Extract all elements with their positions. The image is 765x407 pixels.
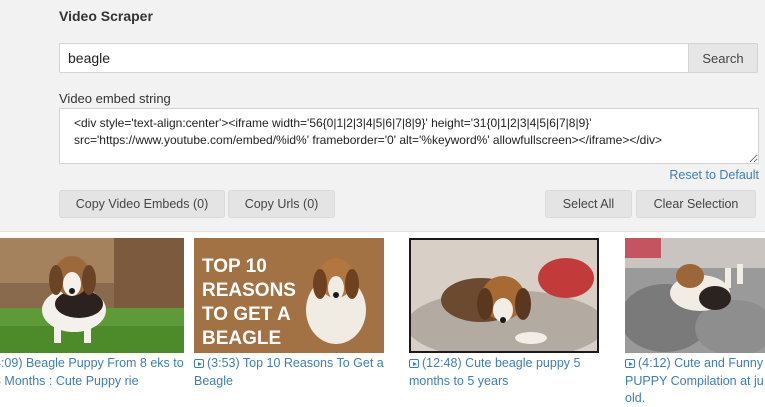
video-item[interactable]: 4:09) Beagle Puppy From 8 eks to 8 Month…: [0, 238, 186, 390]
scraper-panel: Video Scraper Search Video embed string …: [0, 0, 765, 232]
page-title: Video Scraper: [59, 8, 153, 24]
video-item[interactable]: (12:48) Cute beagle puppy 5 months to 5 …: [409, 238, 601, 390]
clear-selection-button[interactable]: Clear Selection: [636, 190, 756, 218]
thumbnail-overlay-line1: TOP 10: [202, 256, 267, 277]
select-all-button[interactable]: Select All: [545, 190, 632, 218]
top-10-reasons-thumbnail-image: TOP 10 REASONS TO GET A BEAGLE: [194, 238, 384, 353]
video-caption[interactable]: (4:12) Cute and Funny PUPPY Compilation …: [625, 355, 765, 407]
video-caption[interactable]: (3:53) Top 10 Reasons To Get a Beagle: [194, 355, 386, 390]
reset-to-default-link[interactable]: Reset to Default: [669, 168, 759, 182]
search-input[interactable]: [59, 43, 688, 73]
video-item[interactable]: TOP 10 REASONS TO GET A BEAGLE (3:53) To…: [194, 238, 386, 390]
video-thumbnail[interactable]: TOP 10 REASONS TO GET A BEAGLE: [194, 238, 384, 353]
funny-puppy-compilation-image: [625, 238, 765, 353]
video-thumbnail[interactable]: [0, 238, 184, 353]
embed-string-textarea[interactable]: <div style='text-align:center'><iframe w…: [59, 108, 759, 164]
thumbnail-overlay-line2: REASONS: [202, 280, 296, 301]
search-button[interactable]: Search: [688, 43, 758, 73]
video-caption[interactable]: (12:48) Cute beagle puppy 5 months to 5 …: [409, 355, 601, 390]
video-play-icon: [625, 359, 635, 368]
video-play-icon: [409, 359, 419, 368]
beagle-puppy-bed-image: [411, 240, 597, 351]
thumbnail-overlay-line4: BEAGLE: [202, 328, 281, 349]
thumbnail-overlay-line3: TO GET A: [202, 304, 291, 325]
embed-string-label: Video embed string: [59, 91, 171, 106]
copy-urls-button[interactable]: Copy Urls (0): [228, 190, 335, 218]
video-item[interactable]: (4:12) Cute and Funny PUPPY Compilation …: [625, 238, 765, 407]
video-play-icon: [194, 359, 204, 368]
video-caption[interactable]: 4:09) Beagle Puppy From 8 eks to 8 Month…: [0, 355, 186, 390]
copy-video-embeds-button[interactable]: Copy Video Embeds (0): [59, 190, 225, 218]
video-thumbnail[interactable]: [625, 238, 765, 353]
beagle-puppy-grass-image: [0, 238, 184, 353]
video-thumbnail[interactable]: [409, 238, 599, 353]
